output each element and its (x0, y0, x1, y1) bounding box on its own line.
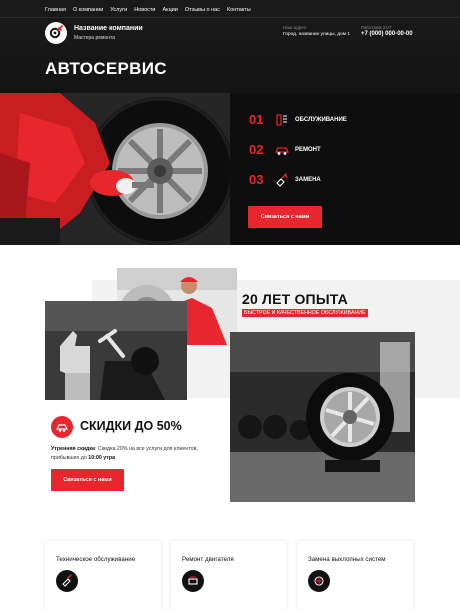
nav-item-about[interactable]: О компании (73, 5, 103, 15)
discount-title: СКИДКИ ДО 50% (80, 419, 182, 433)
engine-icon (188, 576, 198, 585)
service-item-maintenance[interactable]: 01 ОБСЛУЖИВАНИЕ (249, 112, 347, 127)
service-number: 02 (249, 142, 264, 157)
nav-item-reviews[interactable]: Отзывы о нас (185, 5, 220, 15)
service-number: 01 (249, 112, 264, 127)
discount-contact-button[interactable]: Связаться с нами (51, 469, 124, 491)
nav-divider (0, 17, 460, 18)
nav-item-promotions[interactable]: Акции (163, 5, 178, 15)
experience-title: 20 ЛЕТ ОПЫТА (242, 291, 348, 307)
nav-item-contacts[interactable]: Контакты (227, 5, 251, 15)
discount-time: 10:00 утра (88, 454, 116, 461)
service-number: 03 (249, 172, 264, 187)
service-item-replacement[interactable]: 03 ЗАМЕНА (249, 172, 321, 187)
exhaust-icon (314, 576, 324, 586)
discount-label: Утренняя скидка (51, 446, 95, 452)
tire-garage-photo (230, 332, 415, 502)
card-title: Замена выхлопных систем (308, 556, 386, 563)
card-engine[interactable]: Ремонт двигателя (171, 541, 287, 611)
service-item-repair[interactable]: 02 РЕМОНТ (249, 142, 321, 157)
nav-item-home[interactable]: Главная (45, 5, 66, 15)
card-icon-wrap (56, 570, 78, 592)
phone-number[interactable]: +7 (000) 000-00-00 (361, 31, 413, 37)
hero-mechanic-photo (0, 93, 230, 245)
car-repair-icon (275, 146, 289, 155)
car-service-icon (62, 574, 72, 587)
service-label: ОБСЛУЖИВАНИЕ (295, 116, 347, 123)
service-label: РЕМОНТ (295, 146, 321, 153)
company-name: Название компании (74, 25, 143, 32)
wrench-logo-icon (49, 25, 63, 39)
address-label: Наш адрес: (283, 25, 308, 30)
hero-contact-button[interactable]: Связаться с нами (248, 206, 322, 228)
hero-section: Главная О компании Услуги Новости Акции … (0, 0, 460, 245)
nav-item-services[interactable]: Услуги (110, 5, 127, 15)
discount-badge (51, 416, 73, 438)
company-tagline: Мастера ремонта (74, 35, 116, 41)
address-value: Город, название улицы, дом 1 (283, 32, 350, 37)
car-discount-icon (56, 424, 68, 432)
card-exhaust[interactable]: Замена выхлопных систем (297, 541, 413, 611)
service-label: ЗАМЕНА (295, 176, 321, 183)
experience-subtitle: БЫСТРОЕ И КАЧЕСТВЕННОЕ ОБСЛУЖИВАНИЕ (242, 309, 368, 317)
card-icon-wrap (182, 570, 204, 592)
card-title: Ремонт двигателя (182, 556, 234, 563)
thumbs-up-photo (45, 301, 187, 400)
phone-label: Работаем 24/7 (361, 25, 392, 30)
card-title: Техническое обслуживание (56, 556, 136, 563)
page-title: АВТОСЕРВИС (45, 59, 167, 78)
service-tools-icon (276, 113, 287, 126)
discount-description: Утренняя скидка: Скидка 20% на все услуг… (51, 445, 226, 462)
hand-wrench-icon (276, 172, 288, 187)
top-navigation: Главная О компании Услуги Новости Акции … (45, 5, 251, 15)
company-logo[interactable] (45, 22, 67, 44)
card-icon-wrap (308, 570, 330, 592)
card-maintenance[interactable]: Техническое обслуживание (45, 541, 161, 611)
nav-item-news[interactable]: Новости (134, 5, 155, 15)
